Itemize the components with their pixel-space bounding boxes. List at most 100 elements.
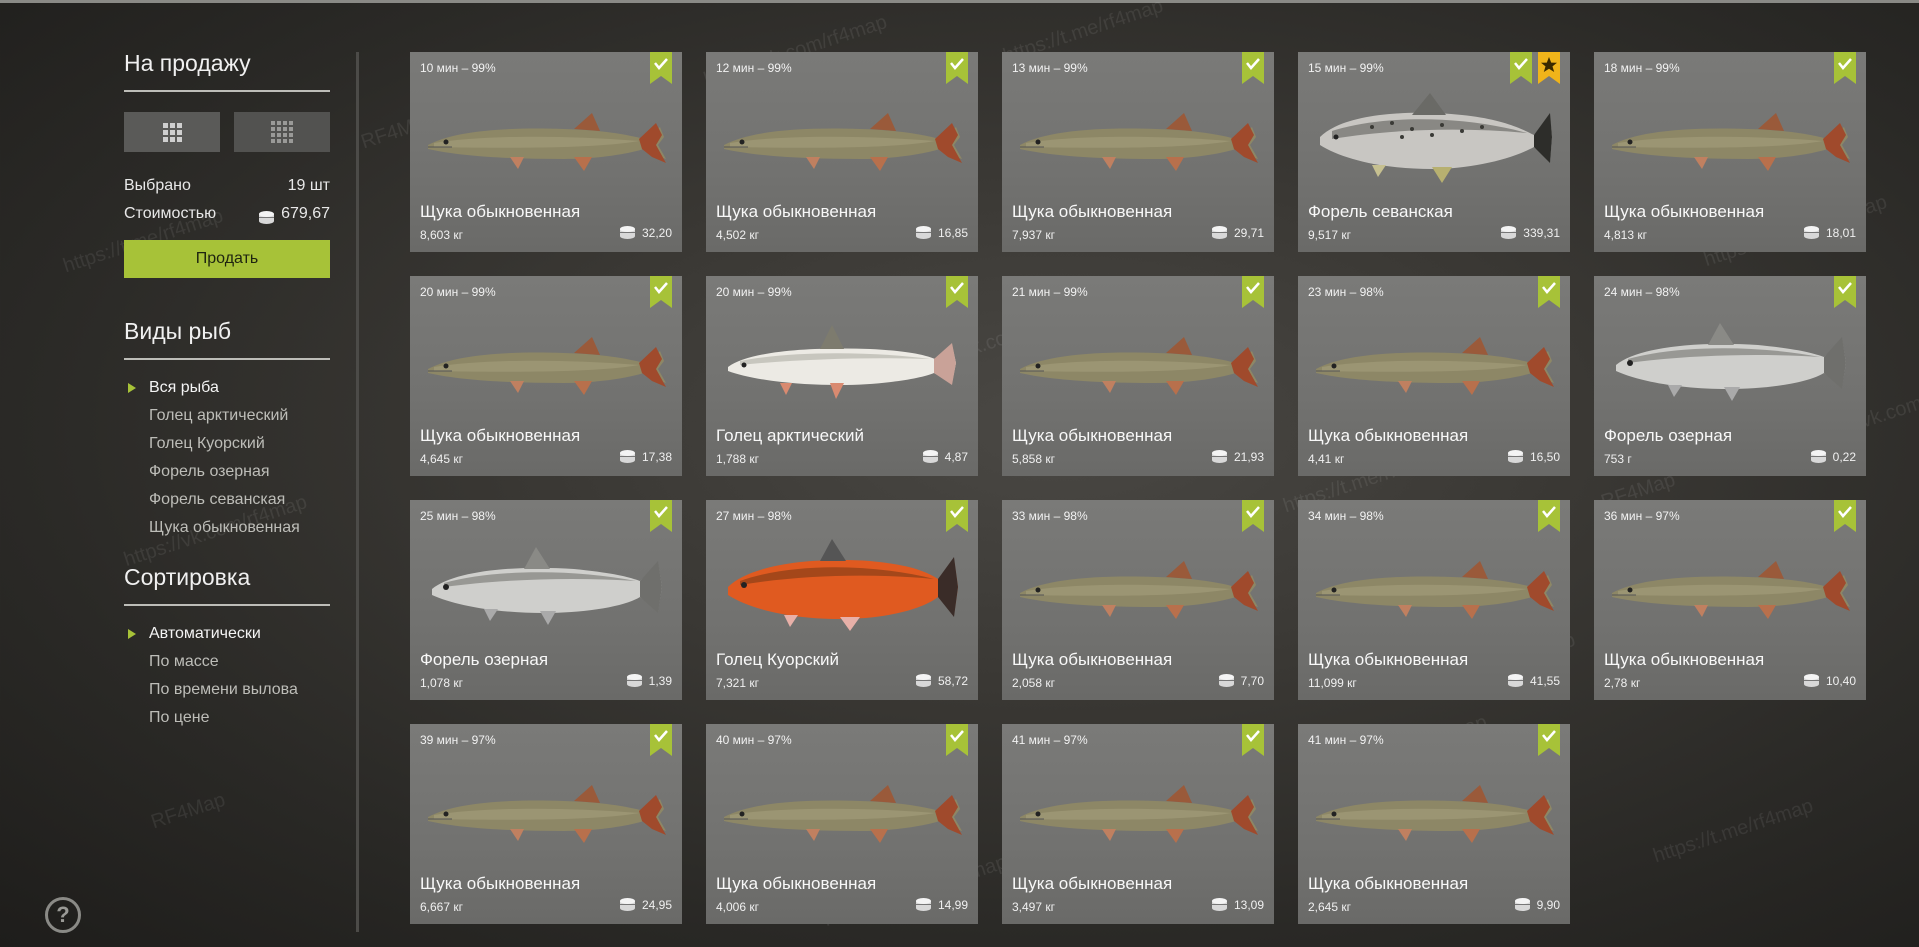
selected-check-icon[interactable]: [1538, 276, 1560, 308]
silver-coin-icon: [915, 673, 932, 688]
help-button[interactable]: ?: [45, 897, 81, 933]
large-grid-view-button[interactable]: [124, 112, 220, 152]
selected-check-icon[interactable]: [1834, 52, 1856, 84]
fish-weight: 4,41 кг: [1308, 452, 1345, 466]
fish-card[interactable]: 24 мин – 98% Форель озерная 753 г 0,22: [1594, 276, 1866, 476]
selected-check-icon[interactable]: [650, 724, 672, 756]
species-label: Вся рыба: [149, 379, 219, 396]
fish-name: Щука обыкновенная: [1012, 426, 1173, 445]
fish-card[interactable]: 41 мин – 97% Щука обыкновенная 3,497 кг 13…: [1002, 724, 1274, 924]
selected-arrow-icon: [128, 629, 136, 639]
species-item[interactable]: Голец арктический: [124, 402, 330, 430]
fish-card[interactable]: 25 мин – 98% Форель озерная 1,078 кг 1,39: [410, 500, 682, 700]
fish-card[interactable]: 34 мин – 98% Щука обыкновенная 11,099 кг 4…: [1298, 500, 1570, 700]
fish-price: 0,22: [1810, 449, 1856, 464]
selected-check-icon[interactable]: [1242, 276, 1264, 308]
selected-check-icon[interactable]: [946, 52, 968, 84]
species-item[interactable]: Голец Куорский: [124, 430, 330, 458]
catch-time-quality: 41 мин – 97%: [1012, 733, 1088, 747]
species-label: Щука обыкновенная: [149, 519, 300, 536]
selected-check-icon[interactable]: [650, 500, 672, 532]
price-value: 18,01: [1825, 225, 1856, 240]
grid-small-icon: [271, 121, 293, 143]
selected-check-icon[interactable]: [1538, 500, 1560, 532]
fish-name: Щука обыкновенная: [420, 874, 581, 893]
fish-name: Щука обыкновенная: [1308, 874, 1469, 893]
fish-card[interactable]: 20 мин – 99% Голец арктический 1,788 кг 4,…: [706, 276, 978, 476]
selected-check-icon[interactable]: [650, 276, 672, 308]
fish-image: [1312, 311, 1556, 411]
selected-check-icon[interactable]: [1834, 276, 1856, 308]
fish-image: [720, 759, 964, 859]
fish-card[interactable]: 40 мин – 97% Щука обыкновенная 4,006 кг 14…: [706, 724, 978, 924]
fish-price: 4,87: [922, 449, 968, 464]
fish-card[interactable]: 15 мин – 99% Форель севанская 9,517 кг 339…: [1298, 52, 1570, 252]
fish-card[interactable]: 36 мин – 97% Щука обыкновенная 2,78 кг 10,…: [1594, 500, 1866, 700]
section-divider: [124, 90, 330, 92]
selected-value: 19 шт: [287, 177, 330, 194]
price-value: 17,38: [641, 449, 672, 464]
sort-item[interactable]: По времени вылова: [124, 676, 330, 704]
sort-label: По цене: [149, 709, 210, 726]
selected-check-icon[interactable]: [1242, 500, 1264, 532]
fish-price: 7,70: [1218, 673, 1264, 688]
selected-check-icon[interactable]: [1538, 724, 1560, 756]
selected-check-icon[interactable]: [946, 724, 968, 756]
sell-button[interactable]: Продать: [124, 240, 330, 278]
price-value: 58,72: [937, 673, 968, 688]
sidebar-divider: [356, 52, 359, 932]
catch-time-quality: 20 мин – 99%: [716, 285, 792, 299]
fish-name: Голец арктический: [716, 426, 865, 445]
sidebar: На продажу Выбрано 19 шт Стоимостью 679,…: [124, 46, 330, 732]
catch-time-quality: 20 мин – 99%: [420, 285, 496, 299]
silver-coin-icon: [619, 449, 636, 464]
view-toggle: [124, 112, 330, 152]
silver-coin-icon: [1810, 449, 1827, 464]
fish-card[interactable]: 10 мин – 99% Щука обыкновенная 8,603 кг 32…: [410, 52, 682, 252]
fish-card[interactable]: 41 мин – 97% Щука обыкновенная 2,645 кг 9,…: [1298, 724, 1570, 924]
fish-image: [1608, 535, 1852, 635]
section-divider: [124, 358, 330, 360]
sort-label: По времени вылова: [149, 681, 298, 698]
species-item[interactable]: Щука обыкновенная: [124, 514, 330, 542]
fish-card[interactable]: 33 мин – 98% Щука обыкновенная 2,058 кг 7,…: [1002, 500, 1274, 700]
fish-card[interactable]: 13 мин – 99% Щука обыкновенная 7,937 кг 29…: [1002, 52, 1274, 252]
fish-card[interactable]: 21 мин – 99% Щука обыкновенная 5,858 кг 21…: [1002, 276, 1274, 476]
fish-price: 339,31: [1500, 225, 1560, 240]
fish-card[interactable]: 20 мин – 99% Щука обыкновенная 4,645 кг 17…: [410, 276, 682, 476]
fish-weight: 8,603 кг: [420, 228, 463, 242]
price-value: 21,93: [1233, 449, 1264, 464]
silver-coin-icon: [258, 207, 275, 224]
catch-time-quality: 15 мин – 99%: [1308, 61, 1384, 75]
species-item[interactable]: Форель севанская: [124, 486, 330, 514]
fish-name: Форель озерная: [1604, 426, 1733, 445]
fish-card[interactable]: 18 мин – 99% Щука обыкновенная 4,813 кг 18…: [1594, 52, 1866, 252]
fish-price: 1,39: [626, 673, 672, 688]
fish-card[interactable]: 12 мин – 99% Щука обыкновенная 4,502 кг 16…: [706, 52, 978, 252]
sort-item[interactable]: По цене: [124, 704, 330, 732]
fish-card[interactable]: 39 мин – 97% Щука обыкновенная 6,667 кг 24…: [410, 724, 682, 924]
fish-card[interactable]: 27 мин – 98% Голец Куорский 7,321 кг 58,72: [706, 500, 978, 700]
small-grid-view-button[interactable]: [234, 112, 330, 152]
selected-check-icon[interactable]: [1242, 724, 1264, 756]
selected-check-icon[interactable]: [1510, 52, 1532, 84]
fish-weight: 9,517 кг: [1308, 228, 1351, 242]
selected-check-icon[interactable]: [946, 276, 968, 308]
species-item[interactable]: Вся рыба: [124, 374, 330, 402]
price-value: 41,55: [1529, 673, 1560, 688]
sort-item[interactable]: Автоматически: [124, 620, 330, 648]
selected-check-icon[interactable]: [946, 500, 968, 532]
price-value: 24,95: [641, 897, 672, 912]
fish-card[interactable]: 23 мин – 98% Щука обыкновенная 4,41 кг 16,…: [1298, 276, 1570, 476]
species-item[interactable]: Форель озерная: [124, 458, 330, 486]
species-label: Форель озерная: [149, 463, 270, 480]
fish-name: Форель озерная: [420, 650, 549, 669]
fish-price: 9,90: [1514, 897, 1560, 912]
selected-check-icon[interactable]: [1834, 500, 1856, 532]
silver-coin-icon: [922, 449, 939, 464]
sort-item[interactable]: По массе: [124, 648, 330, 676]
fish-price: 16,50: [1507, 449, 1560, 464]
selected-check-icon[interactable]: [650, 52, 672, 84]
silver-coin-icon: [626, 673, 643, 688]
selected-check-icon[interactable]: [1242, 52, 1264, 84]
